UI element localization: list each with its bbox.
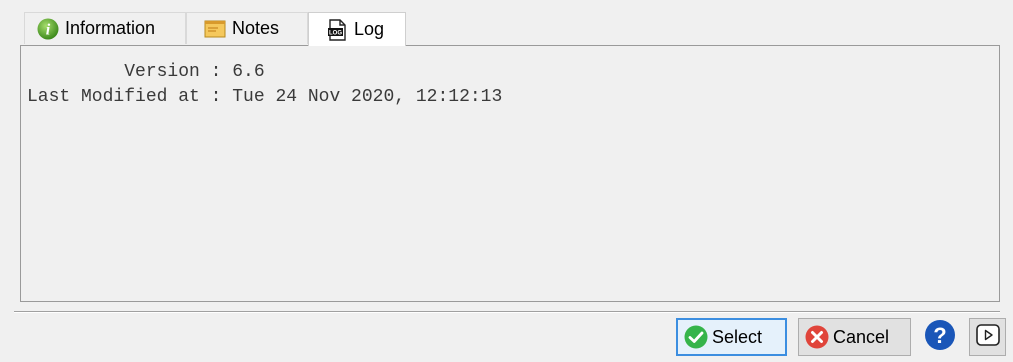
tab-information[interactable]: i Information xyxy=(24,12,186,44)
tab-log-label: Log xyxy=(354,19,385,39)
tab-information-label: Information xyxy=(65,18,156,38)
tab-log[interactable]: LOG Log xyxy=(308,12,406,46)
svg-text:?: ? xyxy=(933,323,946,348)
select-button[interactable]: Select xyxy=(676,318,787,356)
play-icon xyxy=(975,323,1000,351)
log-line-modified: Last Modified at : Tue 24 Nov 2020, 12:1… xyxy=(27,87,503,107)
help-button[interactable]: ? xyxy=(920,318,959,356)
log-text: Version : 6.6 Last Modified at : Tue 24 N… xyxy=(27,60,502,110)
tab-notes[interactable]: Notes xyxy=(186,12,308,44)
check-icon xyxy=(684,325,708,349)
svg-text:LOG: LOG xyxy=(329,30,342,36)
cancel-button[interactable]: Cancel xyxy=(798,318,911,356)
info-icon: i xyxy=(37,18,59,40)
cancel-button-label: Cancel xyxy=(833,326,890,347)
separator xyxy=(14,311,1000,313)
log-panel[interactable]: Version : 6.6 Last Modified at : Tue 24 N… xyxy=(20,45,1000,302)
cancel-icon xyxy=(805,325,829,349)
notes-icon xyxy=(204,18,226,40)
log-icon: LOG xyxy=(326,18,348,41)
svg-text:i: i xyxy=(46,21,51,38)
tab-notes-label: Notes xyxy=(232,18,280,38)
help-icon: ? xyxy=(924,319,956,356)
play-button[interactable] xyxy=(969,318,1006,356)
log-line-version: Version : 6.6 xyxy=(27,62,265,82)
select-button-label: Select xyxy=(712,326,763,347)
